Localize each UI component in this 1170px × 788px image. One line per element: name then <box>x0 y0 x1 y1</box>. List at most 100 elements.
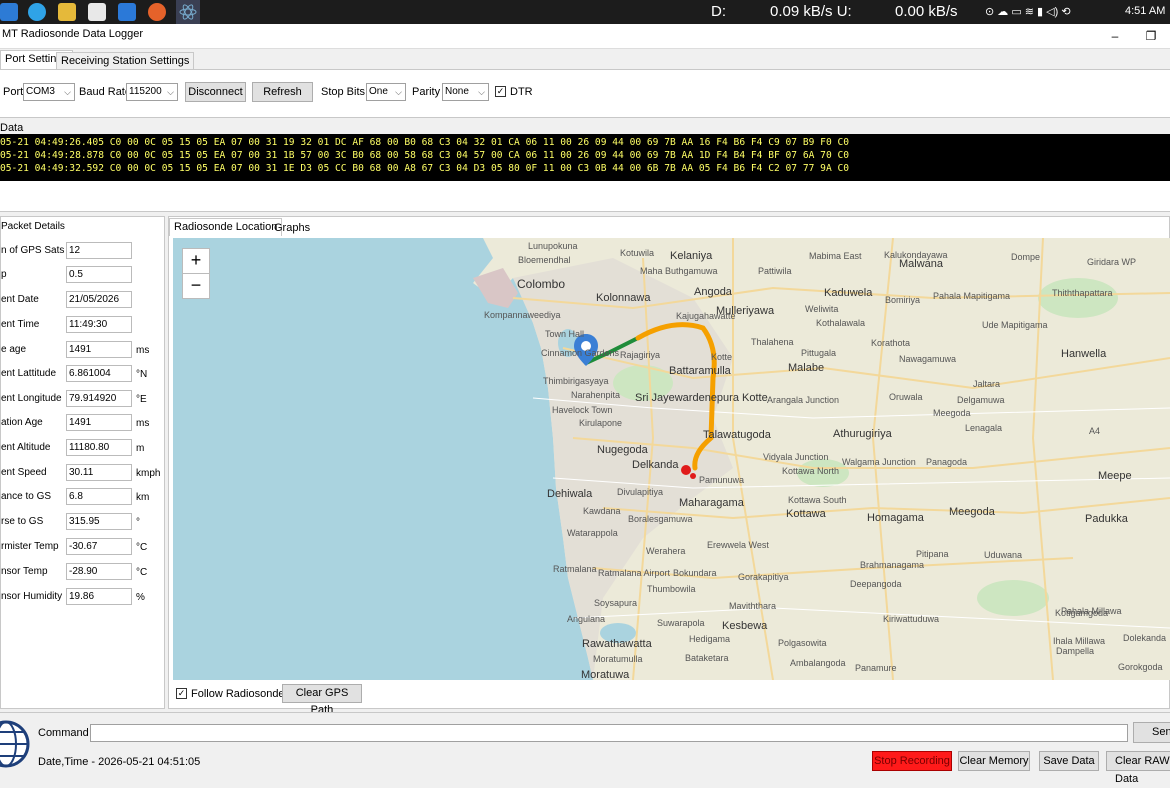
field-unit: °N <box>136 369 148 380</box>
parity-label: Parity <box>412 86 441 98</box>
field-unit: °E <box>136 394 147 405</box>
map-place-label: Hedigama <box>689 634 731 644</box>
map-place-label: Bomiriya <box>885 295 921 305</box>
disconnect-button[interactable]: Disconnect <box>185 82 246 102</box>
map-place-label: Maharagama <box>679 497 744 509</box>
notepad-icon[interactable] <box>88 3 106 21</box>
windows-start-icon[interactable] <box>0 3 18 21</box>
save-data-button[interactable]: Save Data <box>1039 751 1099 771</box>
file-explorer-icon[interactable] <box>58 3 76 21</box>
map-place-label: Thimbirigasyaya <box>543 376 609 386</box>
stopbits-select[interactable]: One ⌵ <box>366 83 406 101</box>
map-view[interactable]: Lunupokuna Bloemendhal Kotuwila Kelaniya Mah… <box>173 238 1170 680</box>
field-value[interactable]: 11:49:30 <box>66 316 132 333</box>
minimize-button[interactable]: – <box>1100 26 1130 46</box>
field-value[interactable]: 21/05/2026 <box>66 291 132 308</box>
field-value[interactable]: 1491 <box>66 414 132 431</box>
field-unit: °C <box>136 567 148 578</box>
map-place-label: Rajagiriya <box>620 350 661 360</box>
tray-icons[interactable]: ⊙ ☁ ▭ ≋ ▮ ◁) ⟲ <box>985 5 1071 18</box>
clear-raw-data-button[interactable]: Clear RAW Data <box>1106 751 1170 785</box>
map-place-label: Kawdana <box>583 506 621 516</box>
map-place-label: Lunupokuna <box>528 241 578 251</box>
zoom-out-button[interactable]: − <box>182 273 210 299</box>
map-place-label: Pahala Millawa <box>1061 606 1122 616</box>
tab-graphs[interactable]: Graphs <box>270 220 314 235</box>
map-place-label: Nawagamuwa <box>899 354 957 364</box>
map-place-label: Suwarapola <box>657 618 705 628</box>
map-place-label: Soysapura <box>594 598 638 608</box>
field-label: ent Lattitude <box>1 368 57 379</box>
map-place-label: Kottawa South <box>788 495 847 505</box>
field-value[interactable]: 79.914920 <box>66 390 132 407</box>
dtr-checkbox[interactable]: ✓ <box>495 86 506 97</box>
map-place-label: Kaduwela <box>824 287 873 299</box>
map-place-label: Nugegoda <box>597 444 648 456</box>
field-value[interactable]: 6.861004 <box>66 365 132 382</box>
map-place-label: Panagoda <box>926 457 968 467</box>
clock[interactable]: 4:51 AM <box>1125 5 1165 17</box>
log-line: 05-21 04:49:26.405 C0 00 0C 05 15 05 EA … <box>0 137 850 148</box>
map-place-label: Meegoda <box>949 506 995 518</box>
field-label: ance to GS <box>1 491 52 502</box>
field-label: ation Age <box>1 417 43 428</box>
map-place-label: Ude Mapitigama <box>982 320 1048 330</box>
field-label: nsor Temp <box>1 566 48 577</box>
react-app-icon[interactable] <box>176 0 200 24</box>
field-unit: ms <box>136 418 150 429</box>
field-unit: ms <box>136 345 150 356</box>
tab-receiving-station-settings[interactable]: Receiving Station Settings <box>56 52 195 70</box>
command-label: Command <box>38 727 89 739</box>
field-value[interactable]: -30.67 <box>66 538 132 555</box>
field-label: ent Altitude <box>1 442 51 453</box>
field-value[interactable]: 30.11 <box>66 464 132 481</box>
map-place-label: Thumbowila <box>647 584 696 594</box>
map-place-label: Walgama Junction <box>842 457 916 467</box>
tab-radiosonde-location[interactable]: Radiosonde Location <box>169 218 283 236</box>
map-place-label: Thiththapattara <box>1052 288 1113 298</box>
globe-logo-icon <box>0 720 30 768</box>
map-place-label: Meegoda <box>933 408 971 418</box>
field-value[interactable]: 19.86 <box>66 588 132 605</box>
maximize-button[interactable]: ❐ <box>1136 26 1166 46</box>
clear-memory-button[interactable]: Clear Memory <box>958 751 1030 771</box>
map-place-label: Kiriwattuduwa <box>883 614 940 624</box>
parity-select[interactable]: None ⌵ <box>442 83 489 101</box>
map-place-label: Kotuwila <box>620 248 655 258</box>
field-value[interactable]: 12 <box>66 242 132 259</box>
app-icon[interactable] <box>118 3 136 21</box>
field-value[interactable]: 0.5 <box>66 266 132 283</box>
map-place-label: Moratumulla <box>593 654 643 664</box>
map-place-label: Homagama <box>867 512 924 524</box>
follow-radiosonde-checkbox[interactable]: ✓ <box>176 688 187 699</box>
field-value[interactable]: 315.95 <box>66 513 132 530</box>
map-place-label: Thalahena <box>751 337 794 347</box>
log-scroll-area <box>0 181 1170 212</box>
field-value[interactable]: 6.8 <box>66 488 132 505</box>
field-value[interactable]: 1491 <box>66 341 132 358</box>
map-place-label: Deepangoda <box>850 579 902 589</box>
baud-select[interactable]: 115200 ⌵ <box>126 83 178 101</box>
taskbar: D: 0.09 kB/s U: 0.00 kB/s ⊙ ☁ ▭ ≋ ▮ ◁) ⟲… <box>0 0 1170 24</box>
zoom-in-button[interactable]: + <box>182 248 210 274</box>
field-label: e age <box>1 344 27 355</box>
map-place-label: Colombo <box>517 277 566 291</box>
field-value[interactable]: 11180.80 <box>66 439 132 456</box>
refresh-button[interactable]: Refresh <box>252 82 313 102</box>
send-button[interactable]: Send <box>1133 722 1170 743</box>
field-unit: ° <box>136 517 140 528</box>
clear-gps-path-button[interactable]: Clear GPS Path <box>282 684 362 716</box>
stop-recording-button[interactable]: Stop Recording <box>872 751 952 771</box>
map-place-label: Giridara WP <box>1087 257 1137 267</box>
map-place-label: Ambalangoda <box>790 658 846 668</box>
field-label: nsor Humidity <box>1 591 63 602</box>
port-select[interactable]: COM3 ⌵ <box>23 83 75 101</box>
map-place-label: Panamure <box>855 663 897 673</box>
edge-icon[interactable] <box>28 3 46 21</box>
command-input[interactable] <box>90 724 1128 742</box>
field-label: n of GPS Sats <box>1 245 65 256</box>
field-value[interactable]: -28.90 <box>66 563 132 580</box>
raw-data-log[interactable]: 05-21 04:49:26.405 C0 00 0C 05 15 05 EA … <box>0 134 1170 181</box>
map-place-label: Bloemendhal <box>518 255 571 265</box>
firefox-icon[interactable] <box>148 3 166 21</box>
